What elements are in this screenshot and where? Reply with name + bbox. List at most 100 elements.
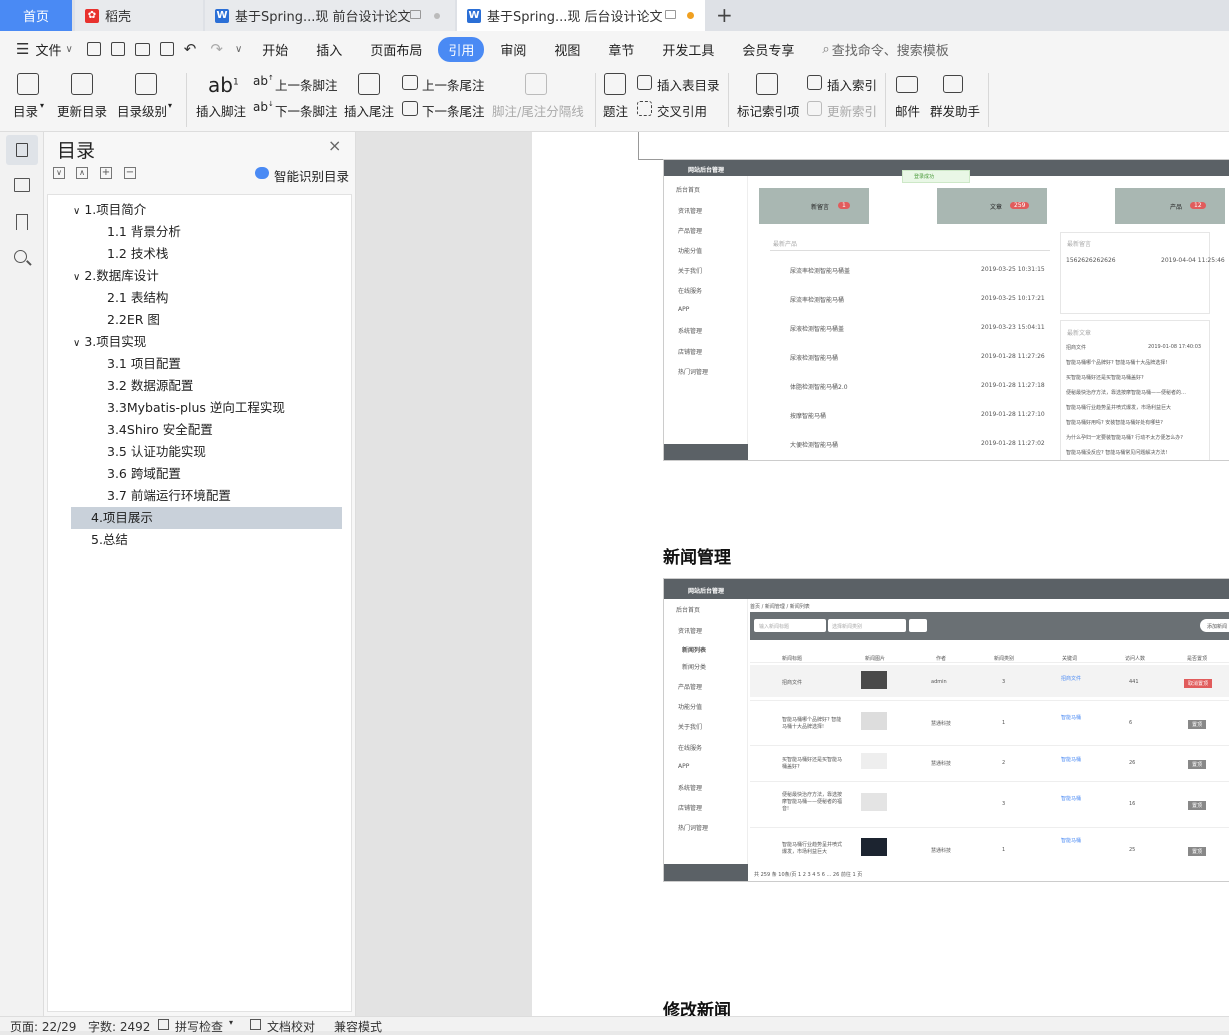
update-toc-button[interactable]: 更新目录 [57, 101, 107, 120]
spellcheck-button[interactable]: 拼写检查 [175, 1018, 223, 1035]
prev-footnote-button[interactable]: 上一条脚注 [275, 75, 338, 94]
prev-endnote-button[interactable]: 上一条尾注 [422, 75, 485, 94]
toc-item[interactable]: 3.7 前端运行环境配置 [107, 485, 231, 507]
tab-doc-frontend-label: 基于Spring...现 前台设计论文 [235, 10, 411, 25]
page-indicator[interactable]: 页面: 22/29 [10, 1018, 76, 1035]
menu-layout[interactable]: 页面布局 [370, 40, 422, 59]
chapter-nav-icon[interactable] [14, 178, 30, 192]
cell-author: 慧通科技 [931, 761, 952, 767]
next-footnote-icon: ab↓ [253, 100, 274, 114]
mark-index-button[interactable]: 标记索引项 [737, 101, 800, 120]
menu-bar: ☰ 文件 ∨ ↶ ↷ ∨ 开始 插入 页面布局 引用 审阅 视图 章节 开发工具… [0, 31, 1229, 67]
panel-title: 最新留言 [1067, 241, 1092, 248]
product-name: 大便检测智能马桶 [790, 442, 839, 449]
toc-level-icon [135, 73, 157, 95]
sidebar-item: 店铺管理 [678, 805, 703, 812]
update-index-button[interactable]: 更新索引 [827, 101, 877, 120]
menu-view[interactable]: 视图 [554, 40, 580, 59]
tab-doc-backend[interactable]: W 基于Spring...现 后台设计论文 [457, 0, 705, 31]
menu-chapter[interactable]: 章节 [608, 40, 634, 59]
toc-item[interactable]: 1.1 背景分析 [107, 221, 181, 243]
bookmark-icon[interactable] [16, 214, 28, 230]
separator-button[interactable]: 脚注/尾注分隔线 [492, 101, 584, 120]
mass-send-button[interactable]: 群发助手 [930, 101, 980, 120]
unsaved-dot-icon [434, 13, 440, 19]
menu-insert[interactable]: 插入 [316, 40, 342, 59]
admin-sidebar [664, 599, 748, 881]
add-level-icon[interactable]: + [100, 167, 112, 179]
insert-footnote-button[interactable]: 插入脚注 [196, 101, 246, 120]
mark-index-icon [756, 73, 778, 95]
next-footnote-button[interactable]: 下一条脚注 [275, 101, 338, 120]
prev-footnote-icon: ab↑ [253, 74, 274, 88]
product-time: 2019-01-28 11:27:10 [981, 411, 1045, 418]
menu-devtools[interactable]: 开发工具 [662, 40, 714, 59]
tab-daoke[interactable]: ✿ 稻壳 [75, 0, 203, 31]
toc-item[interactable]: ∨ 2.数据库设计 [73, 265, 159, 287]
product-name: 尿液检测智能马桶盖 [790, 326, 845, 333]
toc-item[interactable]: 3.3Mybatis-plus 逆向工程实现 [107, 397, 285, 419]
proofread-icon [250, 1019, 261, 1030]
smart-toc-button[interactable]: 智能识别目录 [274, 166, 349, 185]
close-icon[interactable]: × [328, 136, 341, 155]
toc-item[interactable]: 3.1 项目配置 [107, 353, 181, 375]
column-header: 新闻类别 [994, 656, 1015, 662]
toc-item[interactable]: 3.6 跨域配置 [107, 463, 181, 485]
toc-item[interactable]: ∨ 3.项目实现 [73, 331, 146, 353]
print-icon[interactable] [134, 42, 150, 56]
command-search[interactable]: 查找命令、搜索模板 [832, 40, 949, 59]
document-area: 网站后台管理 后台首页 资讯管理 产品管理 功能分值 关于我们 在线服务 APP… [356, 132, 1229, 1016]
tab-doc-frontend[interactable]: W 基于Spring...现 前台设计论文 [205, 0, 455, 31]
insert-index-button[interactable]: 插入索引 [827, 75, 877, 94]
save-icon[interactable] [86, 42, 101, 56]
next-endnote-button[interactable]: 下一条尾注 [422, 101, 485, 120]
toc-item[interactable]: 2.2ER 图 [107, 309, 160, 331]
toc-item[interactable]: 5.总结 [91, 529, 128, 551]
caption-button[interactable]: 题注 [603, 101, 628, 120]
cross-ref-button[interactable]: 交叉引用 [657, 101, 707, 120]
redo-icon[interactable]: ↷ [210, 40, 223, 58]
product-name: 按摩智能马桶 [790, 413, 827, 420]
cell-author: admin [931, 679, 947, 685]
toc-item[interactable]: 3.4Shiro 安全配置 [107, 419, 213, 441]
toc-level-button[interactable]: 目录级别 [117, 101, 167, 120]
toast-text: 登录成功 [914, 174, 935, 180]
menu-reference[interactable]: 引用 [438, 36, 485, 62]
new-tab-button[interactable]: + [716, 3, 733, 27]
tab-home[interactable]: 首页 [0, 0, 72, 31]
word-count[interactable]: 字数: 2492 [88, 1018, 150, 1035]
column-header: 新闻标题 [782, 656, 803, 662]
stat-label: 新留言 [811, 204, 830, 211]
print-preview-icon[interactable] [159, 42, 174, 56]
toc-button[interactable]: 目录 [13, 101, 38, 120]
remove-level-icon[interactable]: − [124, 167, 136, 179]
update-toc-icon [71, 73, 93, 95]
collapse-all-icon[interactable]: ∨ [53, 167, 65, 179]
insert-endnote-button[interactable]: 插入尾注 [344, 101, 394, 120]
toc-item-selected[interactable]: 4.项目展示 [71, 507, 342, 529]
toc-item[interactable]: 2.1 表结构 [107, 287, 168, 309]
export-icon[interactable] [110, 42, 125, 56]
sidebar-item: 系统管理 [678, 328, 703, 335]
toc-item[interactable]: ∨ 1.项目简介 [73, 199, 146, 221]
menu-start[interactable]: 开始 [262, 40, 288, 59]
menu-member[interactable]: 会员专享 [742, 40, 794, 59]
status-bar: 页面: 22/29 字数: 2492 拼写检查 ▾ 文档校对 兼容模式 [0, 1016, 1229, 1034]
toc-item[interactable]: 3.5 认证功能实现 [107, 441, 206, 463]
proofread-button[interactable]: 文档校对 [267, 1018, 315, 1035]
toc-nav-icon[interactable] [6, 135, 38, 165]
expand-all-icon[interactable]: ∧ [76, 167, 88, 179]
more-icon[interactable]: ∨ [235, 44, 242, 55]
menu-review[interactable]: 审阅 [500, 40, 526, 59]
cell-views: 26 [1129, 760, 1136, 766]
stat-label: 文章 [990, 204, 1003, 211]
menu-file[interactable]: 文件 [35, 40, 61, 59]
hamburger-icon[interactable]: ☰ [16, 40, 29, 58]
undo-icon[interactable]: ↶ [184, 40, 197, 58]
toc-item[interactable]: 3.2 数据源配置 [107, 375, 193, 397]
mail-button[interactable]: 邮件 [895, 101, 920, 120]
toast [902, 170, 970, 183]
insert-table-toc-button[interactable]: 插入表目录 [657, 75, 720, 94]
toc-item[interactable]: 1.2 技术栈 [107, 243, 168, 265]
search-icon[interactable] [14, 250, 27, 263]
